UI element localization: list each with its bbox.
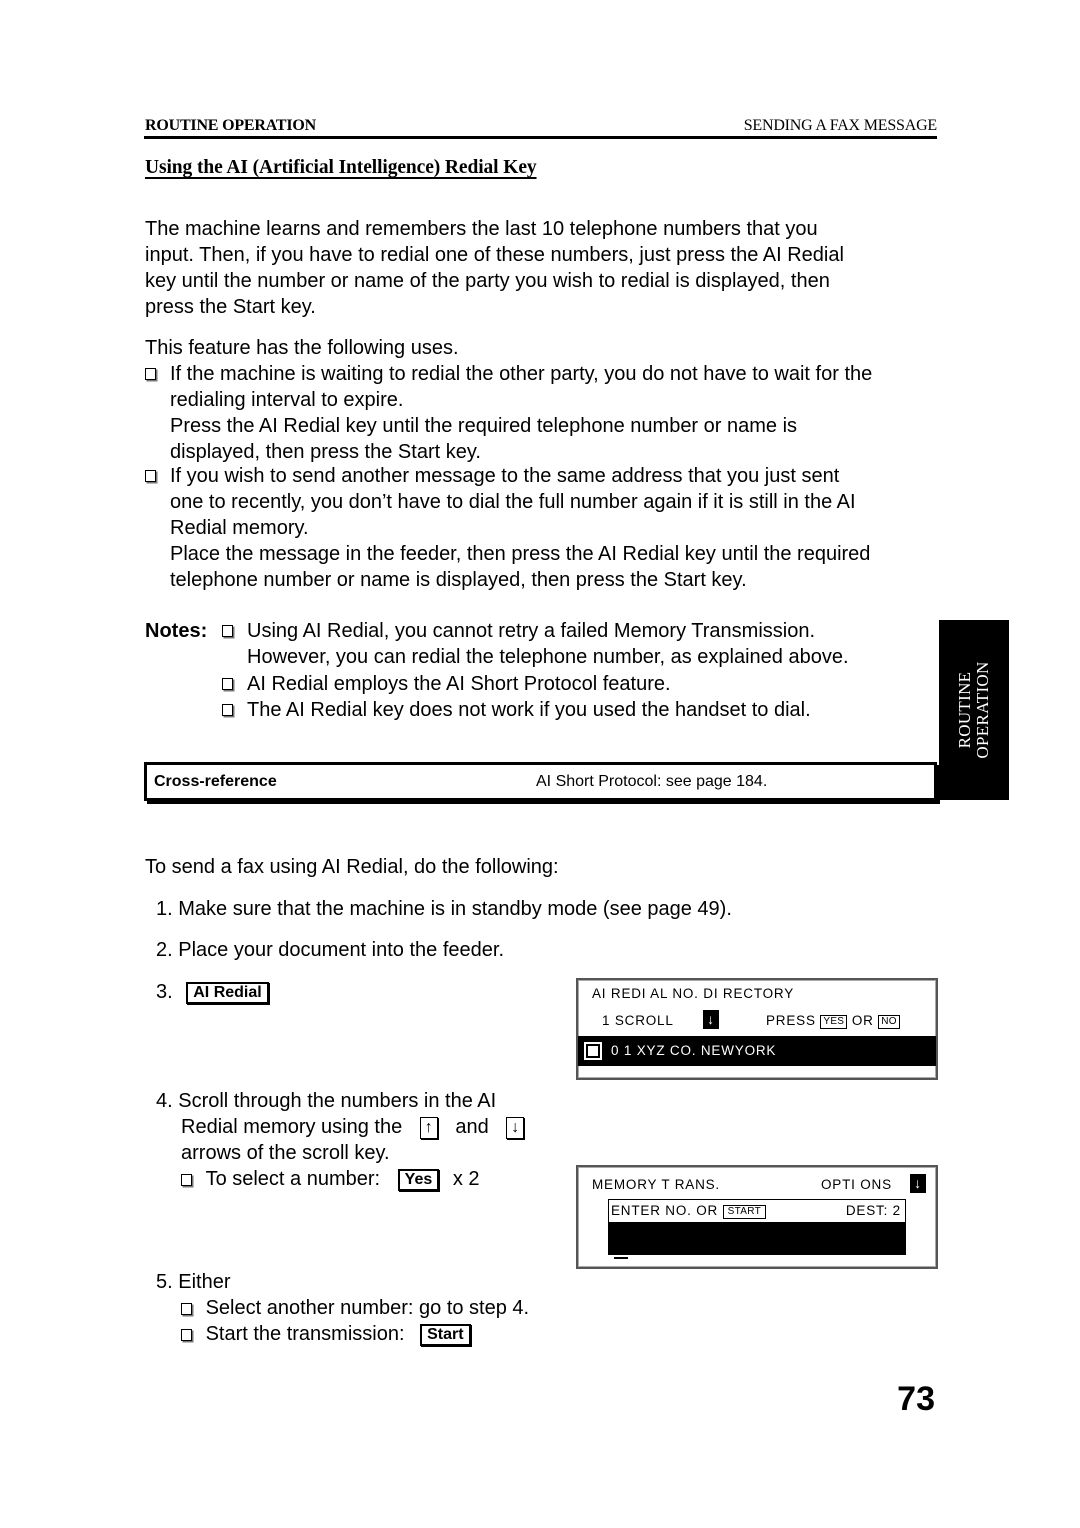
use-line: redialing interval to expire. [170,389,404,411]
lcd-no-key: NO [878,1015,900,1029]
lcd-enter-prompt: ENTER NO. OR START [611,1203,767,1219]
cross-reference-box: Cross-reference AI Short Protocol: see p… [144,762,937,801]
side-tab[interactable]: ROUTINE OPERATION [939,620,1009,800]
step-4-line: Redial memory using the ↑ and ↓ [156,1114,525,1140]
lcd-display-redial-directory: AI REDI AL NO. DI RECTORY 1 SCROLL ↓ PRE… [576,978,938,1080]
checkbox-bullet-icon [145,470,156,482]
note-line: However, you can redial the telephone nu… [247,646,849,668]
down-arrow-key-icon[interactable]: ↓ [506,1117,525,1139]
side-tab-line: ROUTINE [955,671,974,749]
ai-redial-key[interactable]: AI Redial [186,982,269,1004]
step-5: 5. Either Select another number: go to s… [156,1269,529,1347]
step-4-text: and [455,1116,489,1138]
lcd-line: MEMORY T RANS. [592,1177,720,1192]
note-line: Using AI Redial, you cannot retry a fail… [247,620,816,642]
note-line: AI Redial employs the AI Short Protocol … [247,673,671,695]
checkbox-bullet-icon [222,625,233,637]
page-number: 73 [897,1380,935,1418]
checkbox-bullet-icon [181,1174,192,1186]
step-number: 3. [156,981,173,1003]
use-line: If you wish to send another message to t… [170,465,840,487]
select-label: To select a number: [205,1168,381,1190]
lcd-entry-box: ENTER NO. OR START DEST: 2 [608,1199,906,1255]
running-header-chapter: SENDING A FAX MESSAGE [743,117,938,134]
intro-line: key until the number or name of the part… [145,270,830,292]
scroll-down-arrow-icon: ↓ [703,1010,719,1029]
lcd-or-label: OR [851,1013,874,1028]
intro-line: input. Then, if you have to redial one o… [145,244,844,266]
step-1: 1. Make sure that the machine is in stan… [156,898,732,920]
use-line: telephone number or name is displayed, t… [170,569,747,591]
lcd-press-label: PRESS [766,1013,816,1028]
lcd-start-key: START [722,1205,767,1219]
lcd-line: AI REDI AL NO. DI RECTORY [592,986,795,1001]
checkbox-bullet-icon [222,678,233,690]
step-4-text: Redial memory using the [181,1116,403,1138]
lcd-display-memory-trans: MEMORY T RANS. OPTI ONS ↓ ENTER NO. OR S… [576,1165,938,1269]
step-5-option: Start the transmission: Start [156,1321,529,1347]
lcd-selected-entry: 0 1 XYZ CO. NEWYORK [611,1043,777,1058]
uses-intro: This feature has the following uses. [145,337,459,359]
lcd-cursor [614,1257,628,1259]
lcd-dest-count: DEST: 2 [845,1203,901,1218]
step-2: 2. Place your document into the feeder. [156,939,504,961]
lcd-input-area [609,1222,905,1254]
lcd-line: 1 SCROLL [602,1013,674,1028]
checkbox-bullet-icon [145,368,156,380]
option-text: Start the transmission: [205,1323,405,1345]
step-3: 3. AI Redial [156,979,269,1005]
intro-line: press the Start key. [145,296,316,318]
checkbox-bullet-icon [181,1329,192,1341]
lcd-yes-key: YES [820,1015,848,1029]
intro-paragraph: The machine learns and remembers the las… [145,216,844,320]
use-line: displayed, then press the Start key. [170,441,481,463]
use-line: Place the message in the feeder, then pr… [170,543,871,565]
step-4-line: arrows of the scroll key. [181,1142,390,1164]
intro-line: The machine learns and remembers the las… [145,218,818,240]
lcd-selected-entry-bar: 0 1 XYZ CO. NEWYORK [578,1036,936,1066]
step-4-select: To select a number: Yes x 2 [156,1166,524,1192]
running-header-section: ROUTINE OPERATION [145,117,316,134]
step-5-option: Select another number: go to step 4. [156,1295,529,1321]
step-5-line: 5. Either [156,1271,231,1293]
yes-key[interactable]: Yes [397,1169,440,1191]
procedure-intro: To send a fax using AI Redial, do the fo… [145,856,559,878]
use-line: one to recently, you don’t have to dial … [170,491,856,513]
notes-label: Notes: [145,620,208,642]
selection-square-icon [584,1042,602,1060]
cross-reference-label: Cross-reference [154,773,277,790]
step-4: 4. Scroll through the numbers in the AI … [156,1088,525,1192]
up-arrow-key-icon[interactable]: ↑ [419,1117,438,1139]
header-rule [144,136,937,139]
lcd-options: OPTI ONS [821,1177,892,1192]
side-tab-line: OPERATION [973,661,992,759]
checkbox-bullet-icon [181,1303,192,1315]
use-line: Press the AI Redial key until the requir… [170,415,798,437]
start-key[interactable]: Start [420,1324,471,1346]
use-line: Redial memory. [170,517,309,539]
lcd-press-prompt: PRESS YES OR NO [766,1013,900,1029]
checkbox-bullet-icon [222,704,233,716]
option-text: Select another number: go to step 4. [205,1297,530,1319]
select-times: x 2 [452,1168,480,1190]
options-down-arrow-icon: ↓ [910,1174,926,1193]
lcd-enter-label: ENTER NO. OR [611,1203,719,1218]
note-line: The AI Redial key does not work if you u… [247,699,811,721]
step-4-line: 4. Scroll through the numbers in the AI [156,1090,497,1112]
section-title: Using the AI (Artificial Intelligence) R… [145,157,537,178]
use-line: If the machine is waiting to redial the … [170,363,873,385]
cross-reference-value[interactable]: AI Short Protocol: see page 184. [536,773,767,791]
